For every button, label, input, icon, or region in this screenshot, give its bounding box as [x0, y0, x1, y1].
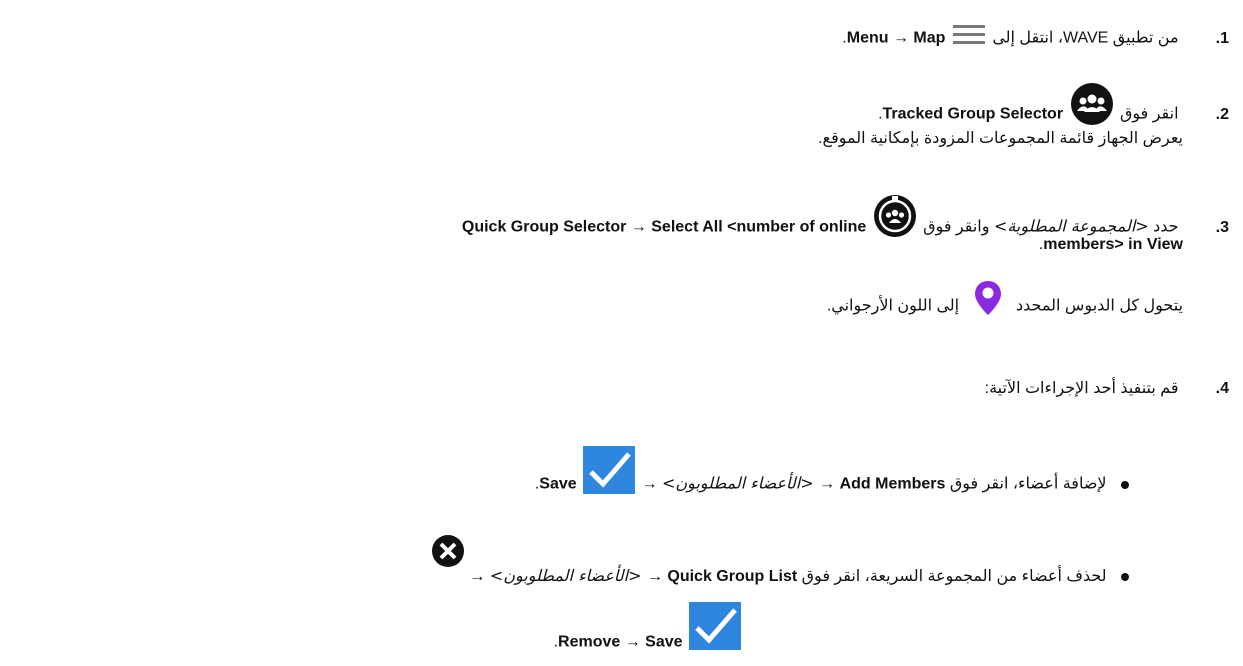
map-pin-icon [974, 280, 1002, 323]
bullet-text: لحذف أعضاء من المجموعة السريعة، انقر فوق [801, 568, 1107, 585]
step-number: 1. [1215, 29, 1229, 47]
quick-group-list-label: Quick Group List [667, 568, 798, 585]
step-2-note: يعرض الجهاز قائمة المجموعات المزودة بإمك… [818, 130, 1183, 147]
step-3-line-2: members> in View. [1038, 236, 1183, 253]
note-text-a: يتحول كل الدبوس المحدد [1016, 297, 1183, 315]
note-text-b: إلى اللون الأرجواني. [826, 297, 960, 315]
hamburger-menu-icon [952, 22, 986, 55]
document: 1. من تطبيق WAVE، انتقل إلى Menu → Map. … [0, 0, 1243, 666]
close-circle-icon [431, 534, 465, 575]
step-1: 1. من تطبيق WAVE، انتقل إلى Menu → Map. [0, 22, 1229, 55]
step-number: 4. [1215, 380, 1229, 397]
members-placeholder: <الأعضاء المطلوبون> [662, 473, 815, 493]
bullet-remove-members: لحذف أعضاء من المجموعة السريعة، انقر فوق… [0, 535, 1187, 588]
bullet-dot [1121, 572, 1129, 581]
bullet-add-members: لإضافة أعضاء، انقر فوق Add Members → <ال… [0, 446, 1187, 501]
step-4: 4. قم بتنفيذ أحد الإجراءات الآتية: [0, 378, 1229, 400]
add-members-label: Add Members [839, 475, 946, 493]
tracked-group-selector-label: Tracked Group Selector [882, 105, 1064, 123]
tracked-group-icon [1070, 82, 1114, 133]
checkmark-save-icon [689, 602, 741, 657]
members-in-view: members> in View [1043, 236, 1183, 253]
step-number: 2. [1215, 105, 1229, 123]
step-text: انقر فوق [1119, 105, 1179, 123]
bullet-text: لإضافة أعضاء، انقر فوق [949, 475, 1107, 493]
checkmark-save-icon [583, 446, 636, 501]
save-label: Save [645, 633, 683, 651]
step-3-note: يتحول كل الدبوس المحدد إلى اللون الأرجوا… [0, 281, 1183, 323]
group-placeholder: <المجموعة المطلوبة> [993, 216, 1149, 236]
menu-path: Menu → Map [846, 29, 946, 47]
step-text: قم بتنفيذ أحد الإجراءات الآتية: [984, 380, 1179, 397]
remove-label: Remove → [558, 633, 641, 651]
step-number: 3. [1215, 218, 1229, 236]
step-text: من تطبيق WAVE، انتقل إلى [992, 29, 1179, 47]
save-label: Save [539, 475, 577, 493]
bullet-remove-line-2: Save Remove →. [0, 602, 743, 657]
bullet-dot [1121, 480, 1129, 489]
members-placeholder: <الأعضاء المطلوبون> [489, 566, 643, 585]
